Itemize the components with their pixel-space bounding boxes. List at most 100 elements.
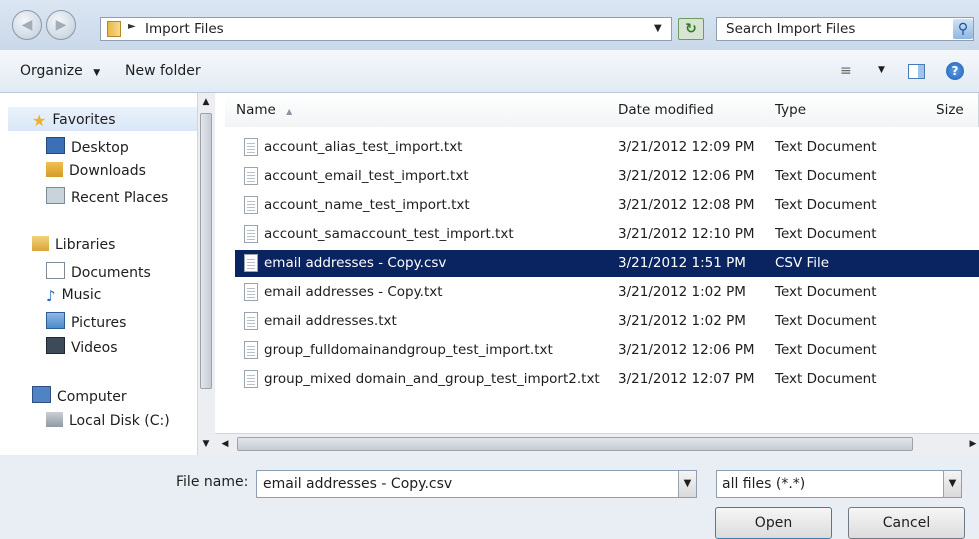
desktop-icon — [46, 137, 65, 154]
downloads-icon — [46, 162, 63, 177]
file-type: Text Document — [775, 226, 877, 242]
horizontal-scrollbar[interactable]: ◀ ▶ — [215, 433, 979, 455]
file-name: account_samaccount_test_import.txt — [264, 226, 514, 242]
file-name: email addresses - Copy.csv — [264, 255, 447, 271]
table-row[interactable]: group_fulldomainandgroup_test_import.txt… — [235, 337, 979, 364]
scroll-left-icon[interactable]: ◀ — [218, 437, 232, 451]
local-disk-icon — [46, 412, 63, 427]
table-row[interactable]: email addresses.txt 3/21/2012 1:02 PM Text… — [235, 308, 979, 335]
file-type-value: all files (*.*) — [722, 476, 806, 492]
nav-label: Documents — [71, 265, 151, 281]
nav-item-local-disk[interactable]: Local Disk (C:) — [46, 412, 170, 429]
column-header-date[interactable]: Date modified — [607, 93, 768, 127]
column-header-size[interactable]: Size — [925, 93, 979, 127]
back-button[interactable]: ◀ — [12, 10, 42, 40]
breadcrumb[interactable]: ► Import Files ▼ — [100, 17, 672, 41]
file-type: Text Document — [775, 197, 877, 213]
nav-item-computer[interactable]: Computer — [32, 386, 127, 405]
column-header-type[interactable]: Type — [764, 93, 929, 127]
cancel-button[interactable]: Cancel — [848, 507, 965, 539]
nav-item-favorites[interactable]: ★ Favorites — [32, 111, 116, 130]
file-type: Text Document — [775, 139, 877, 155]
search-icon[interactable]: ⚲ — [953, 19, 973, 39]
nav-label: Downloads — [69, 163, 146, 179]
nav-item-videos[interactable]: Videos — [46, 337, 118, 356]
text-file-icon — [244, 167, 258, 185]
nav-label: Music — [61, 287, 102, 303]
file-type: Text Document — [775, 284, 877, 300]
file-date: 3/21/2012 12:07 PM — [618, 371, 755, 387]
file-name-label: File name: — [176, 474, 249, 490]
table-row[interactable]: group_mixed domain_and_group_test_import… — [235, 366, 979, 393]
nav-item-downloads[interactable]: Downloads — [46, 162, 146, 179]
music-icon: ♪ — [46, 287, 56, 305]
file-date: 3/21/2012 12:09 PM — [618, 139, 755, 155]
file-type-select[interactable]: all files (*.*) ▼ — [716, 470, 962, 498]
address-dropdown-icon[interactable]: ▼ — [654, 23, 662, 34]
file-date: 3/21/2012 1:02 PM — [618, 313, 746, 329]
text-file-icon — [244, 225, 258, 243]
view-options-icon[interactable]: ≡ — [840, 63, 852, 79]
table-row[interactable]: account_email_test_import.txt 3/21/2012 1… — [235, 163, 979, 190]
file-type: Text Document — [775, 371, 877, 387]
libraries-icon — [32, 236, 49, 251]
nav-label: Videos — [71, 340, 118, 356]
text-file-icon — [244, 196, 258, 214]
breadcrumb-chevron-icon: ► — [128, 21, 136, 32]
file-name-input[interactable]: email addresses - Copy.csv ▼ — [256, 470, 697, 498]
nav-pane-scrollbar[interactable]: ▲ ▼ — [197, 93, 215, 455]
file-type: Text Document — [775, 313, 877, 329]
star-icon: ★ — [32, 111, 47, 130]
breadcrumb-folder[interactable]: Import Files — [145, 21, 224, 37]
file-date: 3/21/2012 12:08 PM — [618, 197, 755, 213]
sort-up-icon: ▲ — [286, 107, 293, 116]
scroll-up-icon[interactable]: ▲ — [199, 95, 213, 109]
table-row[interactable]: account_alias_test_import.txt 3/21/2012 1… — [235, 134, 979, 161]
table-row[interactable]: account_samaccount_test_import.txt 3/21/2… — [235, 221, 979, 248]
file-name: email addresses - Copy.txt — [264, 284, 443, 300]
text-file-icon — [244, 283, 258, 301]
column-label: Size — [936, 102, 964, 118]
column-label: Date modified — [618, 102, 714, 118]
nav-label: Local Disk (C:) — [69, 413, 170, 429]
scroll-thumb-horizontal[interactable] — [237, 437, 913, 451]
table-row[interactable]: email addresses - Copy.txt 3/21/2012 1:02… — [235, 279, 979, 306]
table-row[interactable]: account_name_test_import.txt 3/21/2012 12… — [235, 192, 979, 219]
file-type-dropdown-icon[interactable]: ▼ — [943, 471, 961, 497]
new-folder-button[interactable]: New folder — [125, 63, 201, 79]
nav-item-libraries[interactable]: Libraries — [32, 236, 115, 253]
file-name: group_mixed domain_and_group_test_import… — [264, 371, 600, 387]
videos-icon — [46, 337, 65, 354]
table-row-selected[interactable]: email addresses - Copy.csv 3/21/2012 1:51… — [235, 250, 979, 277]
nav-item-recent-places[interactable]: Recent Places — [46, 187, 168, 206]
favorites-label: Favorites — [52, 112, 116, 128]
file-date: 3/21/2012 12:06 PM — [618, 168, 755, 184]
scroll-thumb[interactable] — [200, 113, 212, 389]
organize-button[interactable]: Organize ▼ — [20, 63, 100, 79]
nav-item-desktop[interactable]: Desktop — [46, 137, 129, 156]
view-dropdown-icon[interactable]: ▼ — [878, 65, 885, 75]
preview-pane-icon[interactable] — [908, 64, 925, 79]
nav-item-documents[interactable]: Documents — [46, 262, 151, 281]
file-name: group_fulldomainandgroup_test_import.txt — [264, 342, 553, 358]
recent-places-icon — [46, 187, 65, 204]
column-header-name[interactable]: Name ▲ — [225, 93, 611, 127]
file-name-value: email addresses - Copy.csv — [263, 476, 453, 492]
nav-item-pictures[interactable]: Pictures — [46, 312, 126, 331]
scroll-right-icon[interactable]: ▶ — [967, 437, 979, 451]
documents-icon — [46, 262, 65, 279]
refresh-button[interactable]: ↻ — [678, 18, 704, 40]
navigation-pane: ★ Favorites Desktop Downloads Recent Plac… — [0, 93, 198, 455]
nav-label: Pictures — [71, 315, 127, 331]
file-name-dropdown-icon[interactable]: ▼ — [678, 471, 696, 497]
organize-label: Organize — [20, 63, 83, 79]
help-icon[interactable]: ? — [946, 62, 964, 80]
forward-arrow-icon: ▶ — [55, 17, 67, 33]
open-button[interactable]: Open — [715, 507, 832, 539]
search-input[interactable]: Search Import Files ⚲ — [716, 17, 974, 41]
scroll-down-icon[interactable]: ▼ — [199, 437, 213, 451]
file-date: 3/21/2012 1:02 PM — [618, 284, 746, 300]
forward-button[interactable]: ▶ — [46, 10, 76, 40]
file-name: account_email_test_import.txt — [264, 168, 469, 184]
nav-item-music[interactable]: ♪ Music — [46, 287, 102, 305]
